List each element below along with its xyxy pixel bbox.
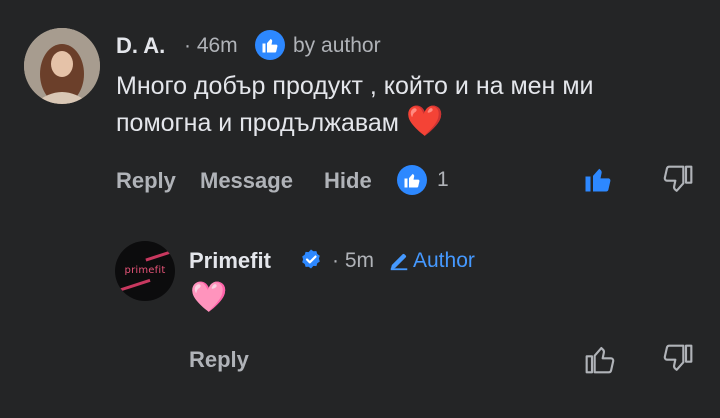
profile-photo-icon bbox=[24, 28, 100, 104]
reaction-count[interactable]: 1 bbox=[437, 168, 449, 192]
page-name[interactable]: Primefit bbox=[189, 248, 271, 274]
thumbs-down-outline-icon[interactable] bbox=[662, 343, 694, 380]
commenter-avatar[interactable] bbox=[24, 28, 100, 104]
page-avatar[interactable]: primefit bbox=[115, 241, 175, 301]
top-fan-thumbs-up-icon bbox=[255, 30, 285, 60]
pink-heart-emoji: 🩷 bbox=[190, 281, 228, 314]
thumbs-up-outline-icon[interactable] bbox=[584, 343, 616, 380]
thumbs-up-icon[interactable] bbox=[583, 164, 613, 199]
comment-text-line2: помогна и продължавам ❤️ bbox=[116, 104, 443, 141]
reply-button[interactable]: Reply bbox=[116, 168, 176, 194]
pencil-icon bbox=[388, 250, 410, 277]
author-tag: Author bbox=[413, 249, 475, 272]
reply-to-reply-button[interactable]: Reply bbox=[189, 347, 249, 373]
thumbs-down-icon[interactable] bbox=[662, 164, 694, 201]
comment-time[interactable]: · 46m bbox=[184, 34, 238, 58]
comment-text: помогна и продължавам bbox=[116, 109, 399, 137]
comment-text-line1: Много добър продукт , който и на мен ми bbox=[116, 72, 594, 100]
heart-emoji: ❤️ bbox=[405, 105, 444, 138]
commenter-name[interactable]: D. A. bbox=[116, 33, 165, 59]
by-author-label: by author bbox=[293, 34, 381, 57]
like-reaction-icon[interactable] bbox=[397, 165, 427, 195]
message-button[interactable]: Message bbox=[200, 168, 293, 194]
hide-button[interactable]: Hide bbox=[324, 168, 372, 194]
verified-badge-icon bbox=[299, 248, 323, 277]
reply-time[interactable]: · 5m bbox=[332, 249, 374, 273]
page-avatar-logo: primefit bbox=[124, 265, 166, 276]
